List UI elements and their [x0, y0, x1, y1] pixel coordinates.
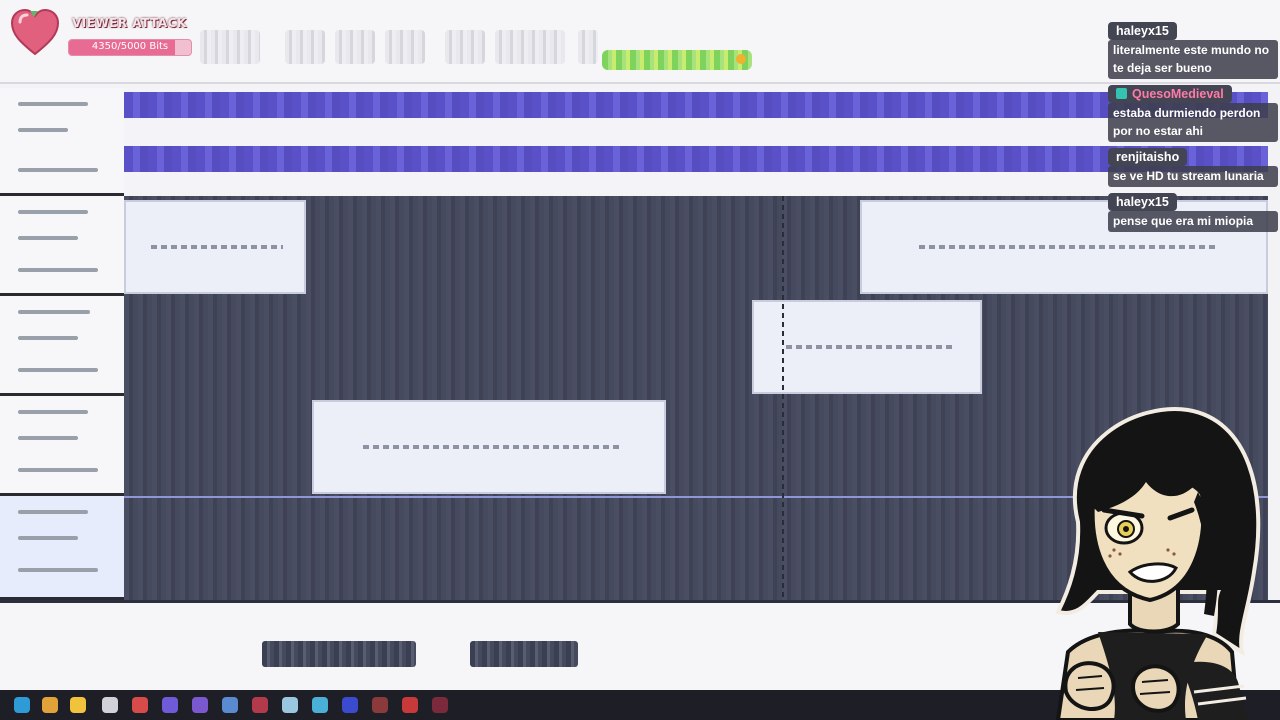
chat-username-text: haleyx15: [1116, 195, 1169, 209]
chat-message: QuesoMedieval estaba durmiendo perdon po…: [1108, 83, 1278, 142]
schedule-slot[interactable]: [124, 200, 306, 294]
banner-band: [124, 92, 1268, 118]
bottom-control[interactable]: [262, 641, 416, 667]
heart-icon: [10, 8, 60, 56]
status-dot-icon: [736, 54, 746, 64]
toolbar-button[interactable]: [495, 30, 565, 64]
chat-username-text: renjitaisho: [1116, 150, 1180, 164]
taskbar-app-icon[interactable]: [102, 697, 118, 713]
chat-username: renjitaisho: [1108, 148, 1188, 166]
bits-progress-bar: 4350/5000 Bits: [68, 39, 192, 56]
taskbar-app-icon[interactable]: [402, 697, 418, 713]
banner-band: [124, 146, 1268, 172]
chat-badge-icon: [1116, 88, 1127, 99]
schedule-slot[interactable]: [312, 400, 666, 494]
bits-progress-text: 4350/5000 Bits: [91, 41, 169, 52]
row-header: [0, 88, 124, 196]
viewer-attack-title: VIEWER ATTACK: [72, 16, 187, 30]
taskbar-app-icon[interactable]: [192, 697, 208, 713]
schedule-row: [124, 296, 1268, 396]
pixelated-toolbar: [0, 0, 1280, 84]
chat-username-text: QuesoMedieval: [1132, 87, 1224, 101]
toolbar-button[interactable]: [445, 30, 485, 64]
toolbar-button[interactable]: [385, 30, 425, 64]
chat-message: haleyx15 pense que era mi miopia: [1108, 191, 1278, 232]
chat-message: renjitaisho se ve HD tu stream lunaria: [1108, 146, 1278, 187]
row-header: [0, 496, 124, 600]
taskbar-app-icon[interactable]: [312, 697, 328, 713]
chat-username: QuesoMedieval: [1108, 85, 1232, 103]
status-indicator: [602, 50, 752, 70]
taskbar-app-icon[interactable]: [70, 697, 86, 713]
chat-username-text: haleyx15: [1116, 24, 1169, 38]
chat-message: haleyx15 literalmente este mundo no te d…: [1108, 20, 1278, 79]
toolbar-button[interactable]: [285, 30, 325, 64]
chat-text: literalmente este mundo no te deja ser b…: [1108, 40, 1278, 79]
chat-username: haleyx15: [1108, 22, 1177, 40]
chat-overlay: haleyx15 literalmente este mundo no te d…: [1108, 20, 1278, 236]
toolbar-button[interactable]: [200, 30, 260, 64]
taskbar-app-icon[interactable]: [132, 697, 148, 713]
taskbar-app-icon[interactable]: [432, 697, 448, 713]
bottom-control[interactable]: [470, 641, 578, 667]
toolbar-button[interactable]: [335, 30, 375, 64]
chat-text: pense que era mi miopia: [1108, 211, 1278, 232]
stream-scene: VIEWER ATTACK 4350/5000 Bits haleyx15 li…: [0, 0, 1280, 720]
chat-username: haleyx15: [1108, 193, 1177, 211]
viewer-attack-widget: VIEWER ATTACK 4350/5000 Bits: [10, 8, 192, 58]
taskbar-app-icon[interactable]: [162, 697, 178, 713]
taskbar-app-icon[interactable]: [14, 697, 30, 713]
time-divider: [782, 196, 784, 600]
taskbar-app-icon[interactable]: [42, 697, 58, 713]
row-header: [0, 296, 124, 396]
taskbar-app-icon[interactable]: [372, 697, 388, 713]
chat-text: se ve HD tu stream lunaria: [1108, 166, 1278, 187]
taskbar-app-icon[interactable]: [342, 697, 358, 713]
row-header: [0, 396, 124, 496]
row-header: [0, 196, 124, 296]
taskbar-app-icon[interactable]: [222, 697, 238, 713]
schedule-slot[interactable]: [752, 300, 982, 394]
streamer-avatar: [1055, 407, 1261, 720]
schedule-row: [124, 196, 1268, 296]
chat-text: estaba durmiendo perdon por no estar ahi: [1108, 103, 1278, 142]
taskbar-app-icon[interactable]: [282, 697, 298, 713]
toolbar-button[interactable]: [578, 30, 598, 64]
taskbar-app-icon[interactable]: [252, 697, 268, 713]
schedule-banner: [124, 88, 1268, 194]
